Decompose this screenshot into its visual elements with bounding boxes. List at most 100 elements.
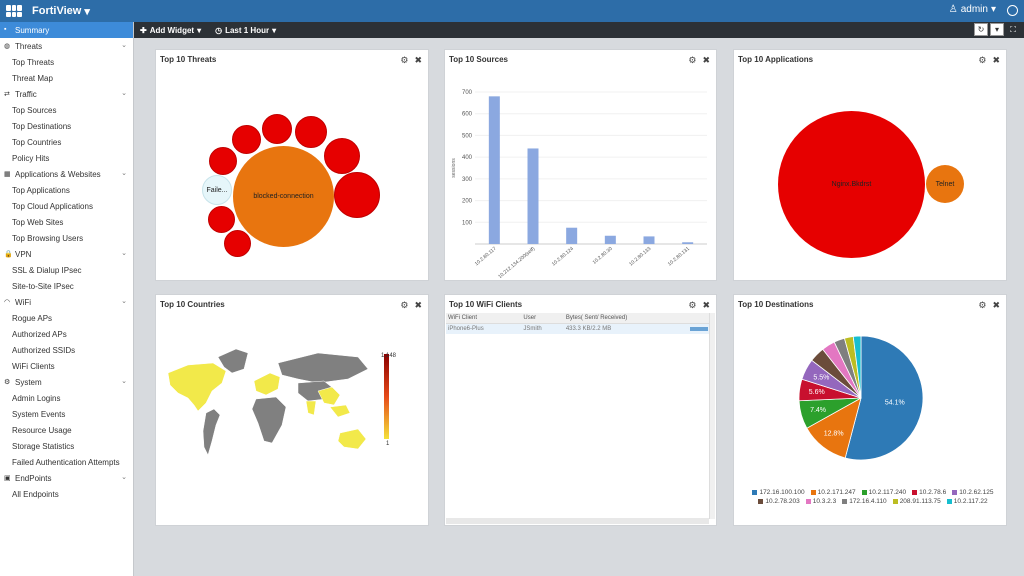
sidebar-item-vpn[interactable]: 🔒 VPN ⌄	[0, 246, 133, 262]
chevron-down-icon[interactable]: ⌄	[121, 297, 127, 305]
threat-bubble[interactable]	[232, 125, 261, 154]
sidebar-item-site-to-site-ipsec[interactable]: Site-to-Site IPsec	[0, 278, 133, 294]
section-icon: 🔒	[4, 251, 13, 258]
legend-item[interactable]: 10.2.62.125	[952, 489, 994, 496]
bar[interactable]	[682, 242, 694, 244]
time-range-dropdown[interactable]: ◷ Last 1 Hour ▾	[215, 26, 276, 35]
sidebar-item-top-cloud-applications[interactable]: Top Cloud Applications	[0, 198, 133, 214]
sidebar-item-resource-usage[interactable]: Resource Usage	[0, 422, 133, 438]
application-bubble[interactable]: Telnet	[926, 165, 964, 203]
close-icon[interactable]: ✖	[992, 55, 1000, 66]
destinations-pie-chart[interactable]: 54.1% 12.8% 7.4% 5.6% 5.5%	[734, 335, 1008, 485]
gear-icon[interactable]: ⚙	[688, 300, 696, 311]
close-icon[interactable]: ✖	[702, 300, 710, 311]
gear-icon[interactable]: ⚙	[400, 300, 408, 311]
sidebar-item-traffic[interactable]: ⇄ Traffic ⌄	[0, 86, 133, 102]
legend-item[interactable]: 172.16.100.100	[752, 489, 805, 496]
gear-icon[interactable]: ⚙	[688, 55, 696, 66]
table-row[interactable]: iPhone6-Plus JSmith 433.3 KB/2.2 MB	[446, 323, 710, 334]
sidebar-item-storage-statistics[interactable]: Storage Statistics	[0, 438, 133, 454]
sidebar-item-all-endpoints[interactable]: All Endpoints	[0, 486, 133, 502]
sidebar-item-rogue-aps[interactable]: Rogue APs	[0, 310, 133, 326]
sidebar-item-top-browsing-users[interactable]: Top Browsing Users	[0, 230, 133, 246]
threat-bubble[interactable]: blocked-connection	[233, 146, 334, 247]
fortinet-logo-icon[interactable]	[6, 5, 22, 17]
vertical-scrollbar[interactable]	[709, 313, 715, 519]
sidebar-item-top-countries[interactable]: Top Countries	[0, 134, 133, 150]
help-icon[interactable]	[1007, 5, 1018, 16]
threat-bubble[interactable]	[208, 206, 235, 233]
sidebar-item-top-destinations[interactable]: Top Destinations	[0, 118, 133, 134]
gear-icon[interactable]: ⚙	[978, 55, 986, 66]
world-map[interactable]	[158, 343, 380, 483]
sidebar-item-ssl-dialup-ipsec[interactable]: SSL & Dialup IPsec	[0, 262, 133, 278]
app-title-menu[interactable]: FortiView ▾	[32, 5, 90, 18]
legend-item[interactable]: 10.2.171.247	[810, 489, 856, 496]
sidebar-item-threats[interactable]: ◍ Threats ⌄	[0, 38, 133, 54]
legend-item[interactable]: 10.2.117.240	[861, 489, 906, 496]
column-header[interactable]: Bytes( Sent/ Received)	[563, 313, 688, 324]
legend-item[interactable]: 208.91.113.75	[892, 498, 941, 505]
close-icon[interactable]: ✖	[414, 300, 422, 311]
wifi-table: WiFi Client User Bytes( Sent/ Received) …	[446, 313, 710, 334]
sidebar-item-top-sources[interactable]: Top Sources	[0, 102, 133, 118]
threat-bubble[interactable]	[224, 230, 251, 257]
sidebar-item-top-web-sites[interactable]: Top Web Sites	[0, 214, 133, 230]
refresh-options-button[interactable]: ▾	[990, 23, 1004, 36]
column-header[interactable]: User	[521, 313, 564, 324]
sidebar-item-applications-websites[interactable]: ▦ Applications & Websites ⌄	[0, 166, 133, 182]
sidebar-item-authorized-ssids[interactable]: Authorized SSIDs	[0, 342, 133, 358]
chevron-down-icon[interactable]: ⌄	[121, 41, 127, 49]
table-cell: iPhone6-Plus	[446, 323, 522, 334]
sidebar-item-summary[interactable]: ▪ Summary	[0, 22, 133, 38]
sidebar-item-top-applications[interactable]: Top Applications	[0, 182, 133, 198]
sidebar-item-wifi-clients[interactable]: WiFi Clients	[0, 358, 133, 374]
sidebar-item-endpoints[interactable]: ▣ EndPoints ⌄	[0, 470, 133, 486]
bar[interactable]	[604, 235, 616, 244]
gear-icon[interactable]: ⚙	[400, 55, 408, 66]
threat-bubble[interactable]	[262, 114, 292, 144]
bar[interactable]	[643, 236, 655, 244]
chevron-down-icon[interactable]: ⌄	[121, 89, 127, 97]
horizontal-scrollbar[interactable]	[446, 518, 709, 524]
sidebar-item-authorized-aps[interactable]: Authorized APs	[0, 326, 133, 342]
refresh-button[interactable]: ↻	[974, 23, 988, 36]
close-icon[interactable]: ✖	[702, 55, 710, 66]
sidebar-item-system-events[interactable]: System Events	[0, 406, 133, 422]
threat-bubble[interactable]	[324, 138, 360, 174]
sidebar-item-policy-hits[interactable]: Policy Hits	[0, 150, 133, 166]
sidebar-item-system[interactable]: ⚙ System ⌄	[0, 374, 133, 390]
threat-bubble[interactable]	[334, 172, 380, 218]
sidebar-item-admin-logins[interactable]: Admin Logins	[0, 390, 133, 406]
sidebar-item-failed-authentication-attempts[interactable]: Failed Authentication Attempts	[0, 454, 133, 470]
close-icon[interactable]: ✖	[992, 300, 1000, 311]
sidebar-item-label: Threats	[15, 41, 43, 51]
application-bubble[interactable]: Nginx.Bkdrst	[778, 111, 925, 258]
threat-bubble[interactable]: Faile...	[202, 175, 232, 205]
sidebar-item-threat-map[interactable]: Threat Map	[0, 70, 133, 86]
gear-icon[interactable]: ⚙	[978, 300, 986, 311]
chevron-down-icon[interactable]: ⌄	[121, 169, 127, 177]
chevron-down-icon[interactable]: ⌄	[121, 249, 127, 257]
threat-bubble[interactable]	[295, 116, 327, 148]
bar[interactable]	[488, 96, 500, 244]
legend-item[interactable]: 172.16.4.110	[842, 498, 887, 505]
chevron-down-icon[interactable]: ⌄	[121, 473, 127, 481]
plus-icon: ✚	[140, 25, 147, 35]
user-menu[interactable]: ♙ admin ▾	[949, 4, 996, 15]
close-icon[interactable]: ✖	[414, 55, 422, 66]
bar[interactable]	[527, 148, 539, 244]
legend-item[interactable]: 10.2.78.203	[758, 498, 800, 505]
add-widget-button[interactable]: ✚ Add Widget ▾	[140, 26, 201, 35]
column-header[interactable]: WiFi Client	[446, 313, 522, 324]
chevron-down-icon[interactable]: ⌄	[121, 377, 127, 385]
legend-swatch	[912, 490, 918, 495]
fullscreen-icon[interactable]: ⛶	[1006, 23, 1020, 36]
sidebar-item-wifi[interactable]: ◠ WiFi ⌄	[0, 294, 133, 310]
threat-bubble[interactable]	[209, 147, 237, 175]
bar[interactable]	[566, 227, 578, 244]
legend-item[interactable]: 10.3.2.3	[805, 498, 836, 505]
legend-item[interactable]: 10.2.117.22	[946, 498, 988, 505]
sidebar-item-top-threats[interactable]: Top Threats	[0, 54, 133, 70]
legend-item[interactable]: 10.2.78.6	[912, 489, 946, 496]
